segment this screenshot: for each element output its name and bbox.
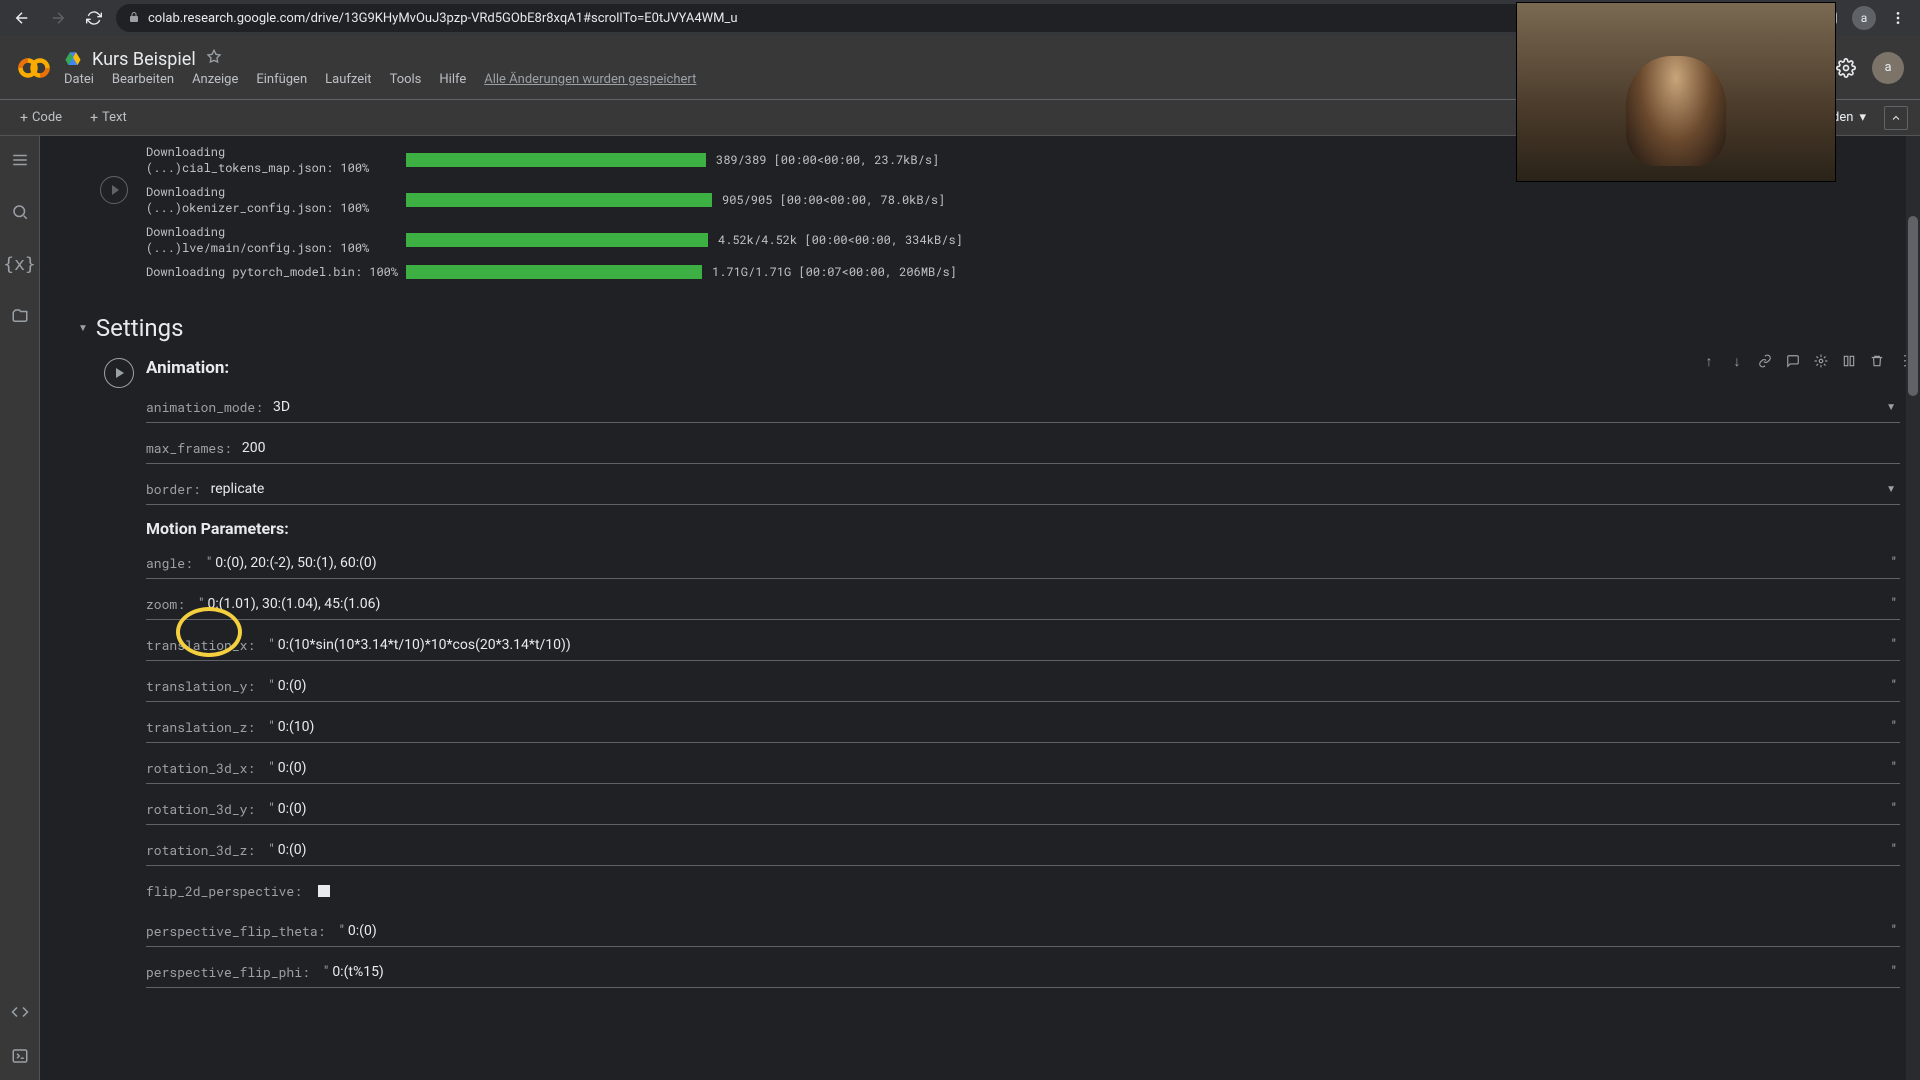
download-row: Downloading pytorch_model.bin: 100% 1.71… <box>146 264 1920 280</box>
add-text-button[interactable]: +Text <box>82 106 135 130</box>
field-animation-mode[interactable]: animation_mode: 3D ▼ <box>146 392 1900 423</box>
run-cell-button[interactable] <box>104 358 134 388</box>
section-header[interactable]: ▼ Settings <box>40 296 1920 350</box>
variables-icon[interactable]: {x} <box>8 252 32 276</box>
download-row: Downloading (...)okenizer_config.json: 1… <box>146 184 1920 216</box>
menu-laufzeit[interactable]: Laufzeit <box>325 72 371 87</box>
cell-settings-icon[interactable] <box>1812 352 1830 370</box>
delete-icon[interactable] <box>1868 352 1886 370</box>
move-down-icon[interactable]: ↓ <box>1728 352 1746 370</box>
progress-bar <box>406 233 708 247</box>
forward-button[interactable] <box>44 4 72 32</box>
url-bar[interactable]: colab.research.google.com/drive/13G9KHyM… <box>116 4 1664 32</box>
settings-gear-icon[interactable] <box>1836 58 1856 78</box>
field-flip-2d-perspective[interactable]: flip_2d_perspective: <box>146 876 1900 906</box>
star-icon[interactable] <box>206 49 222 69</box>
field-translation-x[interactable]: translation_x: " 0:(10*sin(10*3.14*t/10)… <box>146 630 1900 661</box>
cell-action-toolbar: ↑ ↓ ⋮ <box>1700 352 1914 370</box>
progress-bar <box>406 193 712 207</box>
field-rotation-3d-y[interactable]: rotation_3d_y: " 0:(0) " <box>146 794 1900 825</box>
left-rail: {x} <box>0 136 40 1080</box>
download-row: Downloading (...)lve/main/config.json: 1… <box>146 224 1920 256</box>
chevron-down-icon[interactable]: ▼ <box>1886 484 1896 495</box>
scrollbar-thumb[interactable] <box>1908 216 1918 396</box>
browser-avatar[interactable]: a <box>1852 6 1876 30</box>
field-translation-y[interactable]: translation_y: " 0:(0) " <box>146 671 1900 702</box>
menu-einfuegen[interactable]: Einfügen <box>256 72 307 87</box>
animation-heading: Animation: <box>146 358 1900 378</box>
search-icon[interactable] <box>8 200 32 224</box>
chevron-down-icon: ▾ <box>1859 110 1866 125</box>
link-icon[interactable] <box>1756 352 1774 370</box>
document-title[interactable]: Kurs Beispiel <box>92 49 196 70</box>
field-zoom[interactable]: zoom: " 0:(1.01), 30:(1.04), 45:(1.06) " <box>146 589 1900 620</box>
chevron-down-icon[interactable]: ▼ <box>78 323 88 334</box>
scrollbar[interactable] <box>1906 136 1920 1080</box>
menu-bearbeiten[interactable]: Bearbeiten <box>112 72 174 87</box>
field-max-frames[interactable]: max_frames: 200 <box>146 433 1900 464</box>
lock-icon <box>128 11 140 26</box>
run-cell-button[interactable] <box>100 176 128 204</box>
form-cell: ↑ ↓ ⋮ Animation: animation_mode: 3D ▼ m <box>96 350 1920 1018</box>
progress-bar <box>406 265 702 279</box>
menu-datei[interactable]: Datei <box>64 72 94 87</box>
save-status[interactable]: Alle Änderungen wurden gespeichert <box>484 72 696 87</box>
motion-heading: Motion Parameters: <box>146 519 1900 538</box>
title-area: Kurs Beispiel Datei Bearbeiten Anzeige E… <box>64 49 696 87</box>
browser-menu-icon[interactable] <box>1884 4 1912 32</box>
url-text: colab.research.google.com/drive/13G9KHyM… <box>148 11 738 26</box>
notebook-content[interactable]: Downloading (...)cial_tokens_map.json: 1… <box>40 136 1920 1080</box>
section-title: Settings <box>96 314 184 342</box>
mirror-icon[interactable] <box>1840 352 1858 370</box>
field-perspective-flip-phi[interactable]: perspective_flip_phi: " 0:(t%15) " <box>146 957 1900 988</box>
menu-tools[interactable]: Tools <box>390 72 422 87</box>
cell-toolbar: +Code +Text Verbinden ▾ <box>0 100 1920 136</box>
add-code-button[interactable]: +Code <box>12 106 70 130</box>
webcam-overlay <box>1516 2 1836 182</box>
progress-bar <box>406 153 706 167</box>
field-rotation-3d-z[interactable]: rotation_3d_z: " 0:(0) " <box>146 835 1900 866</box>
field-translation-z[interactable]: translation_z: " 0:(10) " <box>146 712 1900 743</box>
collapse-toggle[interactable] <box>1884 106 1908 130</box>
back-button[interactable] <box>8 4 36 32</box>
checkbox[interactable] <box>318 885 330 897</box>
move-up-icon[interactable]: ↑ <box>1700 352 1718 370</box>
menu-anzeige[interactable]: Anzeige <box>192 72 238 87</box>
toc-icon[interactable] <box>8 148 32 172</box>
field-rotation-3d-x[interactable]: rotation_3d_x: " 0:(0) " <box>146 753 1900 784</box>
files-icon[interactable] <box>8 304 32 328</box>
code-snippets-icon[interactable] <box>8 1000 32 1024</box>
menu-hilfe[interactable]: Hilfe <box>439 72 466 87</box>
drive-icon <box>64 50 82 68</box>
chevron-down-icon[interactable]: ▼ <box>1886 402 1896 413</box>
field-angle[interactable]: angle: " 0:(0), 20:(-2), 50:(1), 60:(0) … <box>146 548 1900 579</box>
colab-logo[interactable] <box>16 50 52 86</box>
field-perspective-flip-theta[interactable]: perspective_flip_theta: " 0:(0) " <box>146 916 1900 947</box>
terminal-icon[interactable] <box>8 1044 32 1068</box>
comment-icon[interactable] <box>1784 352 1802 370</box>
field-border[interactable]: border: replicate ▼ <box>146 474 1900 505</box>
reload-button[interactable] <box>80 4 108 32</box>
menu-bar: Datei Bearbeiten Anzeige Einfügen Laufze… <box>64 72 696 87</box>
user-avatar[interactable]: a <box>1872 52 1904 84</box>
